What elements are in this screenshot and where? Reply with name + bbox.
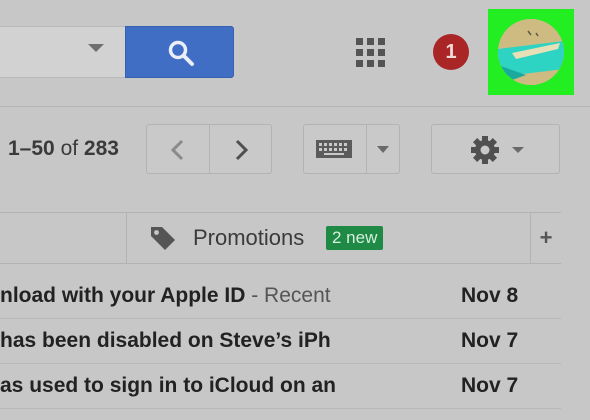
avatar-highlight[interactable] — [488, 9, 574, 95]
input-tools-caret-icon[interactable] — [377, 146, 389, 153]
tab-primary[interactable] — [0, 213, 127, 263]
keyboard-button[interactable] — [304, 125, 367, 173]
settings-button[interactable] — [431, 124, 560, 174]
search-options-caret-icon[interactable] — [88, 44, 104, 52]
chevron-right-icon — [235, 139, 249, 161]
new-count-badge: 2 new — [326, 226, 384, 250]
settings-caret-icon — [512, 147, 524, 153]
older-button[interactable] — [210, 125, 272, 173]
search-button[interactable] — [125, 26, 234, 78]
keyboard-icon — [316, 140, 352, 158]
email-date: Nov 7 — [461, 374, 519, 397]
email-subject-text: has been disabled on Steve’s iPh — [0, 329, 331, 352]
range-value: 1–50 — [8, 137, 55, 160]
table-row[interactable]: as used to sign in to iCloud on an Nov 7 — [0, 364, 561, 409]
email-subject-text: nload with your Apple ID — [0, 284, 246, 307]
table-row[interactable]: has been disabled on Steve’s iPh Nov 7 — [0, 319, 561, 364]
email-subject: nload with your Apple ID - Recent — [0, 284, 368, 308]
add-tab-button[interactable]: + — [531, 213, 561, 263]
input-tools-group — [303, 124, 400, 174]
avatar-image — [498, 19, 564, 85]
apps-grid-icon[interactable] — [356, 38, 386, 68]
page-range-text: 1–50 of 283 — [8, 137, 119, 161]
range-total: 283 — [83, 137, 119, 160]
tab-promotions[interactable]: Promotions 2 new — [127, 213, 531, 263]
gear-icon — [471, 136, 499, 164]
top-bar: 1 — [0, 0, 590, 107]
table-row[interactable]: nload with your Apple ID - Recent Nov 8 — [0, 274, 561, 319]
avatar[interactable] — [498, 19, 564, 85]
tab-promotions-label: Promotions — [193, 225, 305, 250]
email-date: Nov 8 — [461, 284, 519, 307]
tag-icon — [151, 227, 175, 250]
search-icon — [168, 40, 194, 66]
chevron-left-icon — [170, 139, 184, 161]
range-of: of — [60, 137, 79, 160]
category-tabs: Promotions 2 new + — [0, 212, 561, 264]
email-snippet: - Recent — [245, 284, 331, 307]
notification-badge[interactable]: 1 — [433, 34, 469, 70]
pagination-group — [146, 124, 272, 174]
email-date: Nov 7 — [461, 329, 519, 352]
email-subject: has been disabled on Steve’s iPh — [0, 329, 368, 353]
search-input[interactable] — [0, 26, 126, 78]
email-subject: as used to sign in to iCloud on an — [0, 374, 368, 398]
newer-button[interactable] — [147, 125, 210, 173]
email-subject-text: as used to sign in to iCloud on an — [0, 374, 336, 397]
